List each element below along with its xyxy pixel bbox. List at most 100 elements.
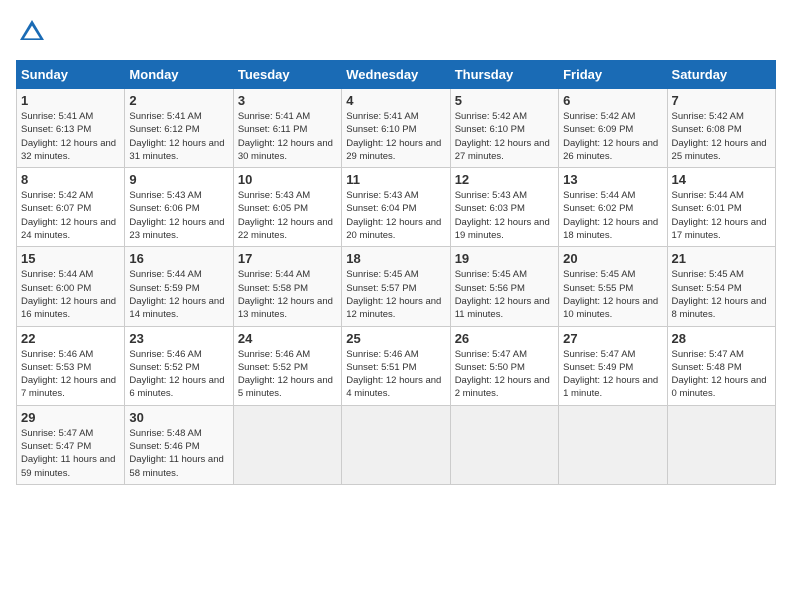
day-info: Sunrise: 5:46 AM Sunset: 5:52 PM Dayligh… — [238, 348, 337, 401]
logo-icon — [16, 16, 48, 48]
day-info: Sunrise: 5:41 AM Sunset: 6:11 PM Dayligh… — [238, 110, 337, 163]
logo — [16, 16, 52, 48]
calendar-table: SundayMondayTuesdayWednesdayThursdayFrid… — [16, 60, 776, 485]
calendar-cell: 22Sunrise: 5:46 AM Sunset: 5:53 PM Dayli… — [17, 326, 125, 405]
header-cell-wednesday: Wednesday — [342, 61, 450, 89]
calendar-cell: 7 Sunrise: 5:42 AM Sunset: 6:08 PM Daylig… — [667, 89, 775, 168]
day-info: Sunrise: 5:43 AM Sunset: 6:03 PM Dayligh… — [455, 189, 554, 242]
day-info: Sunrise: 5:47 AM Sunset: 5:47 PM Dayligh… — [21, 427, 120, 480]
header-cell-sunday: Sunday — [17, 61, 125, 89]
calendar-cell: 8 Sunrise: 5:42 AM Sunset: 6:07 PM Daylig… — [17, 168, 125, 247]
day-number: 13 — [563, 172, 662, 187]
day-number: 23 — [129, 331, 228, 346]
calendar-cell: 18Sunrise: 5:45 AM Sunset: 5:57 PM Dayli… — [342, 247, 450, 326]
header-cell-saturday: Saturday — [667, 61, 775, 89]
calendar-cell: 9 Sunrise: 5:43 AM Sunset: 6:06 PM Daylig… — [125, 168, 233, 247]
calendar-cell: 29 Sunrise: 5:47 AM Sunset: 5:47 PM Dayli… — [17, 405, 125, 484]
day-info: Sunrise: 5:41 AM Sunset: 6:13 PM Dayligh… — [21, 110, 120, 163]
calendar-cell — [450, 405, 558, 484]
calendar-cell: 25Sunrise: 5:46 AM Sunset: 5:51 PM Dayli… — [342, 326, 450, 405]
day-number: 17 — [238, 251, 337, 266]
day-number: 10 — [238, 172, 337, 187]
day-info: Sunrise: 5:45 AM Sunset: 5:54 PM Dayligh… — [672, 268, 771, 321]
calendar-week-5: 29 Sunrise: 5:47 AM Sunset: 5:47 PM Dayli… — [17, 405, 776, 484]
day-number: 22 — [21, 331, 120, 346]
calendar-cell: 14 Sunrise: 5:44 AM Sunset: 6:01 PM Dayli… — [667, 168, 775, 247]
day-info: Sunrise: 5:44 AM Sunset: 5:59 PM Dayligh… — [129, 268, 228, 321]
day-info: Sunrise: 5:42 AM Sunset: 6:08 PM Dayligh… — [672, 110, 771, 163]
day-info: Sunrise: 5:43 AM Sunset: 6:06 PM Dayligh… — [129, 189, 228, 242]
calendar-cell: 28 Sunrise: 5:47 AM Sunset: 5:48 PM Dayli… — [667, 326, 775, 405]
day-info: Sunrise: 5:45 AM Sunset: 5:56 PM Dayligh… — [455, 268, 554, 321]
calendar-cell — [667, 405, 775, 484]
day-info: Sunrise: 5:48 AM Sunset: 5:46 PM Dayligh… — [129, 427, 228, 480]
day-number: 1 — [21, 93, 120, 108]
day-info: Sunrise: 5:47 AM Sunset: 5:49 PM Dayligh… — [563, 348, 662, 401]
day-number: 30 — [129, 410, 228, 425]
calendar-cell: 3 Sunrise: 5:41 AM Sunset: 6:11 PM Daylig… — [233, 89, 341, 168]
day-info: Sunrise: 5:44 AM Sunset: 6:00 PM Dayligh… — [21, 268, 120, 321]
day-info: Sunrise: 5:46 AM Sunset: 5:51 PM Dayligh… — [346, 348, 445, 401]
day-info: Sunrise: 5:47 AM Sunset: 5:50 PM Dayligh… — [455, 348, 554, 401]
day-info: Sunrise: 5:42 AM Sunset: 6:07 PM Dayligh… — [21, 189, 120, 242]
calendar-cell: 21 Sunrise: 5:45 AM Sunset: 5:54 PM Dayli… — [667, 247, 775, 326]
day-number: 3 — [238, 93, 337, 108]
day-number: 27 — [563, 331, 662, 346]
day-info: Sunrise: 5:42 AM Sunset: 6:09 PM Dayligh… — [563, 110, 662, 163]
day-number: 11 — [346, 172, 445, 187]
day-number: 9 — [129, 172, 228, 187]
calendar-header-row: SundayMondayTuesdayWednesdayThursdayFrid… — [17, 61, 776, 89]
calendar-cell: 5 Sunrise: 5:42 AM Sunset: 6:10 PM Daylig… — [450, 89, 558, 168]
calendar-cell: 6 Sunrise: 5:42 AM Sunset: 6:09 PM Daylig… — [559, 89, 667, 168]
calendar-week-4: 22Sunrise: 5:46 AM Sunset: 5:53 PM Dayli… — [17, 326, 776, 405]
day-number: 4 — [346, 93, 445, 108]
calendar-cell: 23Sunrise: 5:46 AM Sunset: 5:52 PM Dayli… — [125, 326, 233, 405]
calendar-cell: 24 Sunrise: 5:46 AM Sunset: 5:52 PM Dayli… — [233, 326, 341, 405]
calendar-cell: 10Sunrise: 5:43 AM Sunset: 6:05 PM Dayli… — [233, 168, 341, 247]
calendar-cell — [342, 405, 450, 484]
day-info: Sunrise: 5:45 AM Sunset: 5:55 PM Dayligh… — [563, 268, 662, 321]
day-number: 29 — [21, 410, 120, 425]
calendar-cell: 1 Sunrise: 5:41 AM Sunset: 6:13 PM Daylig… — [17, 89, 125, 168]
day-number: 16 — [129, 251, 228, 266]
day-number: 24 — [238, 331, 337, 346]
calendar-cell: 17 Sunrise: 5:44 AM Sunset: 5:58 PM Dayli… — [233, 247, 341, 326]
calendar-cell: 19 Sunrise: 5:45 AM Sunset: 5:56 PM Dayli… — [450, 247, 558, 326]
day-info: Sunrise: 5:44 AM Sunset: 5:58 PM Dayligh… — [238, 268, 337, 321]
day-number: 21 — [672, 251, 771, 266]
day-number: 19 — [455, 251, 554, 266]
day-info: Sunrise: 5:47 AM Sunset: 5:48 PM Dayligh… — [672, 348, 771, 401]
calendar-week-3: 15 Sunrise: 5:44 AM Sunset: 6:00 PM Dayli… — [17, 247, 776, 326]
day-number: 28 — [672, 331, 771, 346]
header-cell-monday: Monday — [125, 61, 233, 89]
calendar-cell: 16 Sunrise: 5:44 AM Sunset: 5:59 PM Dayli… — [125, 247, 233, 326]
day-info: Sunrise: 5:44 AM Sunset: 6:01 PM Dayligh… — [672, 189, 771, 242]
calendar-cell: 15 Sunrise: 5:44 AM Sunset: 6:00 PM Dayli… — [17, 247, 125, 326]
calendar-cell: 20 Sunrise: 5:45 AM Sunset: 5:55 PM Dayli… — [559, 247, 667, 326]
day-number: 15 — [21, 251, 120, 266]
calendar-cell: 11Sunrise: 5:43 AM Sunset: 6:04 PM Dayli… — [342, 168, 450, 247]
calendar-cell: 30 Sunrise: 5:48 AM Sunset: 5:46 PM Dayli… — [125, 405, 233, 484]
calendar-cell: 2 Sunrise: 5:41 AM Sunset: 6:12 PM Daylig… — [125, 89, 233, 168]
day-number: 8 — [21, 172, 120, 187]
day-number: 7 — [672, 93, 771, 108]
calendar-cell: 27 Sunrise: 5:47 AM Sunset: 5:49 PM Dayli… — [559, 326, 667, 405]
header-cell-friday: Friday — [559, 61, 667, 89]
day-number: 5 — [455, 93, 554, 108]
day-info: Sunrise: 5:41 AM Sunset: 6:10 PM Dayligh… — [346, 110, 445, 163]
day-number: 12 — [455, 172, 554, 187]
day-info: Sunrise: 5:42 AM Sunset: 6:10 PM Dayligh… — [455, 110, 554, 163]
day-number: 20 — [563, 251, 662, 266]
day-number: 6 — [563, 93, 662, 108]
calendar-cell: 26 Sunrise: 5:47 AM Sunset: 5:50 PM Dayli… — [450, 326, 558, 405]
calendar-cell: 12 Sunrise: 5:43 AM Sunset: 6:03 PM Dayli… — [450, 168, 558, 247]
day-info: Sunrise: 5:41 AM Sunset: 6:12 PM Dayligh… — [129, 110, 228, 163]
day-number: 14 — [672, 172, 771, 187]
day-number: 26 — [455, 331, 554, 346]
page-header — [16, 16, 776, 48]
calendar-cell — [233, 405, 341, 484]
calendar-cell: 13 Sunrise: 5:44 AM Sunset: 6:02 PM Dayli… — [559, 168, 667, 247]
day-number: 2 — [129, 93, 228, 108]
day-info: Sunrise: 5:44 AM Sunset: 6:02 PM Dayligh… — [563, 189, 662, 242]
calendar-cell — [559, 405, 667, 484]
